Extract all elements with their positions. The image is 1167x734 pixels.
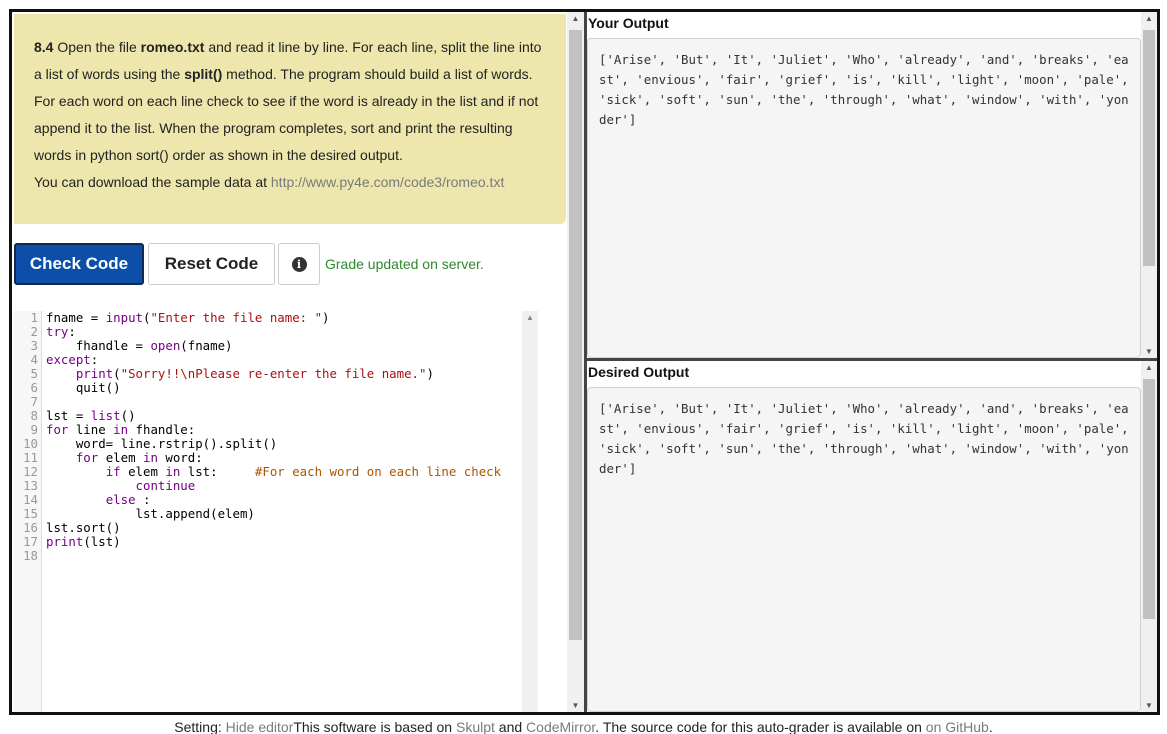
- line-number: 4: [30, 352, 38, 367]
- line-number: 11: [23, 450, 38, 465]
- download-text: You can download the sample data at: [34, 174, 271, 190]
- your-output-box: ['Arise', 'But', 'It', 'Juliet', 'Who', …: [587, 38, 1141, 358]
- scroll-down-arrow-icon[interactable]: ▼: [1141, 347, 1157, 356]
- download-link[interactable]: http://www.py4e.com/code3/romeo.txt: [271, 174, 504, 190]
- code-line: 1 fname = input("Enter the file name: "): [14, 311, 534, 325]
- scrollbar-thumb[interactable]: [569, 30, 582, 640]
- code-line: 8 lst = list(): [14, 409, 534, 423]
- code-line: 3 fhandle = open(fname): [14, 339, 534, 353]
- code-line: 11 for elem in word:: [14, 451, 534, 465]
- hide-editor-link[interactable]: Hide editor: [226, 719, 294, 734]
- footer-text: . The source code for this auto-grader i…: [595, 719, 926, 734]
- grade-status: Grade updated on server.: [325, 256, 484, 272]
- line-number: 16: [23, 520, 38, 535]
- line-number: 12: [23, 464, 38, 479]
- desired-output-scrollbar[interactable]: ▲ ▼: [1141, 361, 1157, 712]
- line-number: 18: [23, 548, 38, 563]
- code-line: 10 word= line.rstrip().split(): [14, 437, 534, 451]
- desired-output-pane: Desired Output ['Arise', 'But', 'It', 'J…: [587, 361, 1157, 712]
- line-number: 1: [30, 310, 38, 325]
- autograder-frame: 8.4 Open the file romeo.txt and read it …: [9, 9, 1160, 715]
- check-code-button[interactable]: Check Code: [14, 243, 144, 285]
- info-button[interactable]: i: [278, 243, 320, 285]
- your-output-pane: Your Output ['Arise', 'But', 'It', 'Juli…: [587, 12, 1157, 358]
- code-line: 13 continue: [14, 479, 534, 493]
- line-number: 13: [23, 478, 38, 493]
- codemirror-link[interactable]: CodeMirror: [526, 719, 595, 734]
- assignment-description: 8.4 Open the file romeo.txt and read it …: [34, 34, 546, 169]
- your-output-title: Your Output: [588, 15, 669, 31]
- download-line: You can download the sample data at http…: [34, 169, 546, 196]
- line-number: 2: [30, 324, 38, 339]
- line-number: 17: [23, 534, 38, 549]
- scroll-up-arrow-icon[interactable]: ▲: [1141, 363, 1157, 372]
- code-line: 6 quit(): [14, 381, 534, 395]
- line-number: 3: [30, 338, 38, 353]
- scrollbar-thumb[interactable]: [1143, 379, 1155, 619]
- toolbar: Check Code Reset Code i Grade updated on…: [14, 243, 566, 285]
- info-icon: i: [291, 256, 307, 272]
- footer-text: and: [494, 719, 527, 734]
- code-line: 9 for line in fhandle:: [14, 423, 534, 437]
- file-name: romeo.txt: [140, 39, 205, 55]
- line-number: 7: [30, 394, 38, 409]
- assignment-number: 8.4: [34, 39, 54, 55]
- desired-output-title: Desired Output: [588, 364, 690, 380]
- left-pane: 8.4 Open the file romeo.txt and read it …: [12, 12, 567, 712]
- line-number: 9: [30, 422, 38, 437]
- line-number: 8: [30, 408, 38, 423]
- code-line: 12 if elem in lst: #For each word on eac…: [14, 465, 534, 479]
- scrollbar-thumb[interactable]: [1143, 30, 1155, 266]
- reset-code-button[interactable]: Reset Code: [148, 243, 275, 285]
- scroll-up-arrow-icon[interactable]: ▲: [522, 313, 538, 322]
- left-pane-scrollbar[interactable]: ▲ ▼: [567, 12, 584, 712]
- code-editor[interactable]: 1 fname = input("Enter the file name: ") …: [14, 311, 538, 712]
- line-number: 6: [30, 380, 38, 395]
- code-line: 16 lst.sort(): [14, 521, 534, 535]
- line-number: 5: [30, 366, 38, 381]
- editor-scrollbar[interactable]: ▲: [522, 311, 538, 712]
- footer: Setting: Hide editorThis software is bas…: [0, 717, 1167, 734]
- scroll-up-arrow-icon[interactable]: ▲: [1141, 14, 1157, 23]
- line-number: 14: [23, 492, 38, 507]
- code-line: 17 print(lst): [14, 535, 534, 549]
- your-output-scrollbar[interactable]: ▲ ▼: [1141, 12, 1157, 358]
- code-line: 18: [14, 549, 534, 563]
- scroll-down-arrow-icon[interactable]: ▼: [1141, 701, 1157, 710]
- footer-text: This software is based on: [293, 719, 456, 734]
- line-number: 15: [23, 506, 38, 521]
- code-line: 5 print("Sorry!!\nPlease re-enter the fi…: [14, 367, 534, 381]
- method-name: split(): [184, 66, 223, 82]
- code-line: 4 except:: [14, 353, 534, 367]
- github-link[interactable]: on GitHub: [926, 719, 989, 734]
- code-line: 15 lst.append(elem): [14, 507, 534, 521]
- code-line: 14 else :: [14, 493, 534, 507]
- desired-output-box: ['Arise', 'But', 'It', 'Juliet', 'Who', …: [587, 387, 1141, 712]
- instruction-text: Open the file: [53, 39, 141, 55]
- code-line: 7: [14, 395, 534, 409]
- assignment-instructions: 8.4 Open the file romeo.txt and read it …: [14, 14, 566, 224]
- skulpt-link[interactable]: Skulpt: [456, 719, 495, 734]
- scroll-down-arrow-icon[interactable]: ▼: [567, 701, 584, 710]
- footer-text: .: [988, 719, 993, 734]
- line-number: 10: [23, 436, 38, 451]
- footer-text: Setting:: [174, 719, 226, 734]
- scroll-up-arrow-icon[interactable]: ▲: [567, 14, 584, 23]
- code-line: 2 try:: [14, 325, 534, 339]
